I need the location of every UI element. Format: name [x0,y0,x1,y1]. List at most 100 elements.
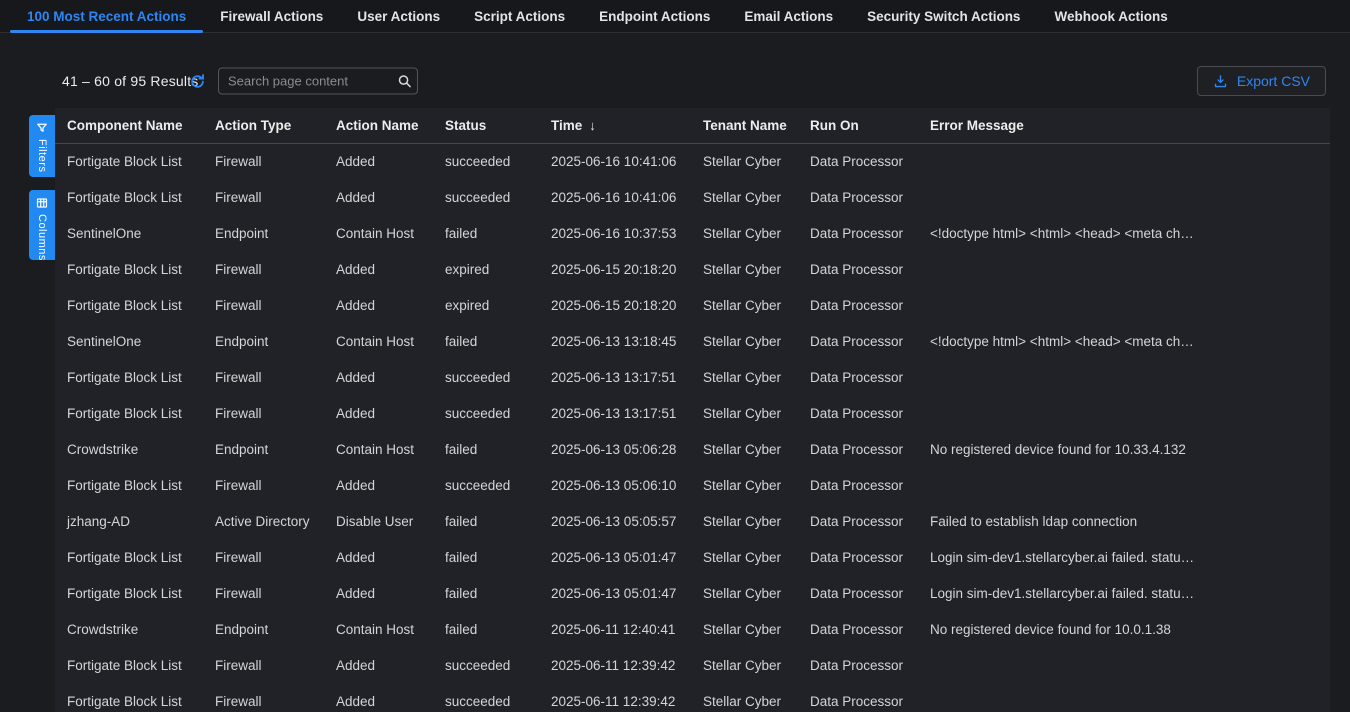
table-cell: expired [433,288,539,324]
table-cell: failed [433,324,539,360]
table-cell: 2025-06-11 12:39:42 [539,648,691,684]
table-cell: Fortigate Block List [55,288,203,324]
table-row[interactable]: Fortigate Block ListFirewallAddedfailed2… [55,540,1330,576]
table-cell: Data Processor [798,252,918,288]
sort-desc-icon[interactable]: ↓ [589,108,596,143]
table-row[interactable]: Fortigate Block ListFirewallAddedexpired… [55,288,1330,324]
column-header-time[interactable]: Time↓ [539,108,691,143]
column-header-run-on[interactable]: Run On [798,108,918,143]
table-cell: <!doctype html> <html> <head> <meta ch… [918,216,1330,252]
table-cell: Added [324,648,433,684]
table-row[interactable]: Fortigate Block ListFirewallAddedexpired… [55,252,1330,288]
table-cell: Stellar Cyber [691,504,798,540]
table-cell: Firewall [203,360,324,396]
table-cell: Added [324,396,433,432]
table-cell: Data Processor [798,216,918,252]
table-cell: Endpoint [203,432,324,468]
tab-100-most-recent-actions[interactable]: 100 Most Recent Actions [10,0,203,32]
table-row[interactable]: CrowdstrikeEndpointContain Hostfailed202… [55,612,1330,648]
column-header-action-name[interactable]: Action Name [324,108,433,143]
filter-icon [36,122,48,134]
table-cell: jzhang-AD [55,504,203,540]
column-header-action-type[interactable]: Action Type [203,108,324,143]
table-cell: Login sim-dev1.stellarcyber.ai failed. s… [918,540,1330,576]
sidebar-tab-columns[interactable]: Columns [29,190,55,260]
table-row[interactable]: CrowdstrikeEndpointContain Hostfailed202… [55,432,1330,468]
table-cell: Added [324,288,433,324]
column-header-component-name[interactable]: Component Name [55,108,203,143]
tab-security-switch-actions[interactable]: Security Switch Actions [850,0,1037,32]
table-row[interactable]: Fortigate Block ListFirewallAddedsucceed… [55,468,1330,504]
table-cell: 2025-06-11 12:40:41 [539,612,691,648]
sidebar-tab-filters[interactable]: Filters [29,115,55,177]
table-row[interactable]: Fortigate Block ListFirewallAddedsucceed… [55,396,1330,432]
table-cell: 2025-06-16 10:41:06 [539,144,691,180]
table-cell: Login sim-dev1.stellarcyber.ai failed. s… [918,576,1330,612]
table-cell: succeeded [433,360,539,396]
table-cell: Fortigate Block List [55,360,203,396]
toolbar: 41 – 60 of 95 Results Export CSV [0,60,1350,102]
sidebar-tab-filters-label: Filters [36,139,48,172]
sidebar-tab-columns-label: Columns [36,214,48,261]
tab-script-actions[interactable]: Script Actions [457,0,582,32]
table-cell: failed [433,216,539,252]
table-cell: Stellar Cyber [691,288,798,324]
table-cell: Fortigate Block List [55,576,203,612]
table-cell: Firewall [203,648,324,684]
table-cell: 2025-06-13 13:18:45 [539,324,691,360]
table-cell: Stellar Cyber [691,360,798,396]
column-header-tenant-name[interactable]: Tenant Name [691,108,798,143]
table-cell: Data Processor [798,180,918,216]
search-input[interactable] [219,74,391,89]
table-cell: failed [433,432,539,468]
table-cell: failed [433,576,539,612]
refresh-button[interactable] [187,71,207,91]
table-cell [918,468,1330,504]
table-cell: Stellar Cyber [691,180,798,216]
table-cell: Firewall [203,684,324,712]
table-cell: Added [324,252,433,288]
tab-user-actions[interactable]: User Actions [340,0,457,32]
table-row[interactable]: jzhang-ADActive DirectoryDisable Userfai… [55,504,1330,540]
table-row[interactable]: Fortigate Block ListFirewallAddedsucceed… [55,144,1330,180]
export-csv-label: Export CSV [1237,73,1310,89]
table-row[interactable]: SentinelOneEndpointContain Hostfailed202… [55,216,1330,252]
columns-icon [36,197,48,209]
table-cell: Fortigate Block List [55,468,203,504]
table-cell [918,360,1330,396]
table-row[interactable]: SentinelOneEndpointContain Hostfailed202… [55,324,1330,360]
column-header-label: Error Message [930,108,1024,143]
table-row[interactable]: Fortigate Block ListFirewallAddedsucceed… [55,684,1330,712]
download-icon [1213,74,1228,89]
tab-webhook-actions[interactable]: Webhook Actions [1037,0,1184,32]
table-cell: Contain Host [324,324,433,360]
table-cell: Data Processor [798,144,918,180]
tab-firewall-actions[interactable]: Firewall Actions [203,0,340,32]
column-header-error-message[interactable]: Error Message [918,108,1330,143]
table-cell: Data Processor [798,504,918,540]
table-cell: Endpoint [203,324,324,360]
table-cell [918,648,1330,684]
search-button[interactable] [391,69,417,94]
table-cell: Stellar Cyber [691,612,798,648]
table-cell: Firewall [203,540,324,576]
table-cell: Added [324,684,433,712]
table-row[interactable]: Fortigate Block ListFirewallAddedsucceed… [55,648,1330,684]
table-row[interactable]: Fortigate Block ListFirewallAddedfailed2… [55,576,1330,612]
table-cell: succeeded [433,144,539,180]
tab-email-actions[interactable]: Email Actions [727,0,850,32]
table-cell: Failed to establish ldap connection [918,504,1330,540]
table-cell: Data Processor [798,648,918,684]
column-header-status[interactable]: Status [433,108,539,143]
table-cell: expired [433,252,539,288]
tab-endpoint-actions[interactable]: Endpoint Actions [582,0,727,32]
table-row[interactable]: Fortigate Block ListFirewallAddedsucceed… [55,180,1330,216]
table-cell: 2025-06-13 05:06:10 [539,468,691,504]
table-cell: Firewall [203,144,324,180]
table-row[interactable]: Fortigate Block ListFirewallAddedsucceed… [55,360,1330,396]
table-cell [918,180,1330,216]
results-count: 41 – 60 of 95 Results [62,73,199,89]
table-cell: 2025-06-11 12:39:42 [539,684,691,712]
column-header-label: Status [445,108,486,143]
export-csv-button[interactable]: Export CSV [1197,66,1326,96]
